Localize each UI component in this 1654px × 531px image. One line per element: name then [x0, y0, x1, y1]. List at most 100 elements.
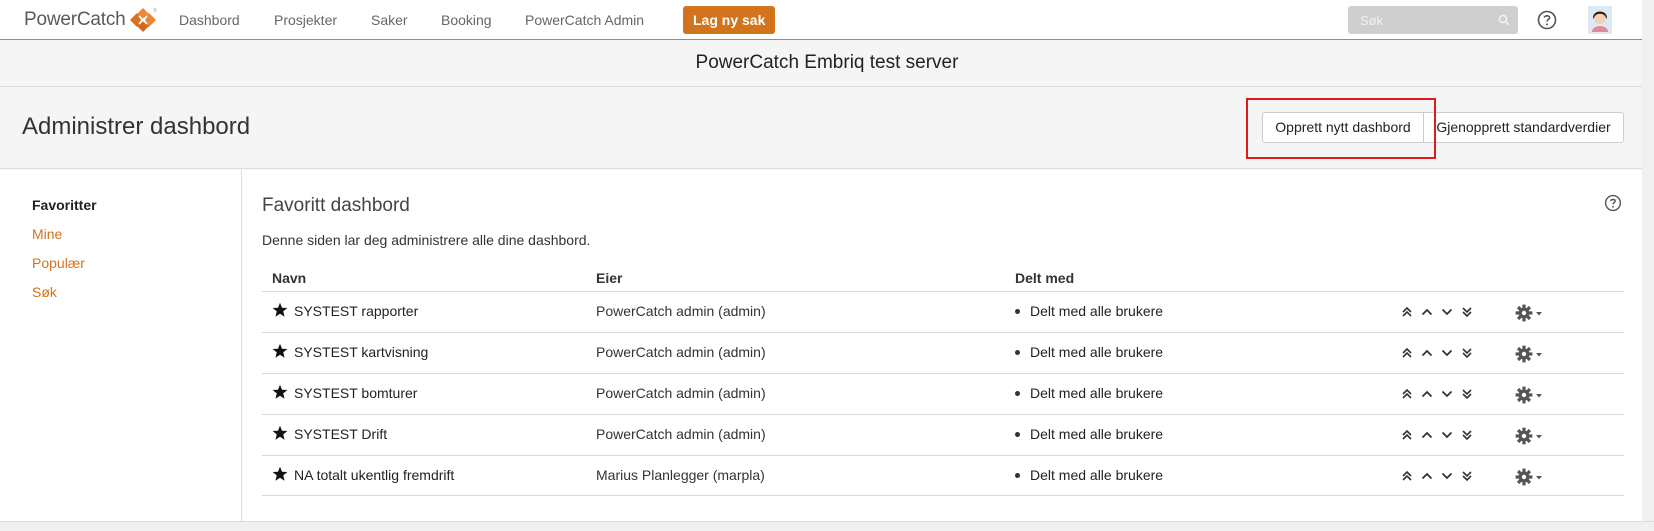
table-row: SYSTEST Drift PowerCatch admin (admin) D…	[262, 414, 1624, 455]
page-header: Administrer dashbord Opprett nytt dashbo…	[0, 87, 1654, 169]
move-up-icon[interactable]	[1420, 346, 1434, 360]
move-controls	[1400, 428, 1474, 442]
move-bottom-icon[interactable]	[1460, 469, 1474, 483]
sidebar-item-sok[interactable]: Søk	[32, 284, 57, 300]
dashboard-shared: Delt med alle brukere	[1015, 303, 1163, 319]
sidebar: Favoritter Mine Populær Søk	[0, 170, 242, 521]
dashboard-name[interactable]: NA totalt ukentlig fremdrift	[294, 467, 454, 483]
search-icon[interactable]	[1498, 14, 1510, 26]
move-down-icon[interactable]	[1440, 469, 1454, 483]
move-down-icon[interactable]	[1440, 305, 1454, 319]
footer-strip	[0, 521, 1654, 531]
top-navigation: PowerCatch ® Dashbord Prosjekter Saker B…	[0, 0, 1654, 40]
nav-item-dashbord[interactable]: Dashbord	[179, 12, 240, 28]
section-title: Favoritt dashbord	[262, 195, 410, 216]
logo-mark-icon: ®	[129, 7, 157, 32]
vertical-scrollbar[interactable]	[1642, 0, 1654, 521]
shared-text: Delt med alle brukere	[1030, 426, 1164, 442]
column-header-shared: Delt med	[1015, 270, 1075, 286]
bullet	[1015, 308, 1020, 314]
dashboard-owner: PowerCatch admin (admin)	[596, 385, 766, 401]
dashboard-name[interactable]: SYSTEST bomturer	[294, 385, 417, 401]
bullet	[1015, 431, 1020, 437]
dashboard-name[interactable]: SYSTEST kartvisning	[294, 344, 428, 360]
column-header-owner: Eier	[596, 270, 623, 286]
star-icon[interactable]	[272, 425, 288, 441]
table-row: SYSTEST bomturer PowerCatch admin (admin…	[262, 373, 1624, 414]
dashboard-owner: PowerCatch admin (admin)	[596, 344, 766, 360]
create-dashboard-button[interactable]: Opprett nytt dashbord	[1262, 112, 1424, 143]
sidebar-item-mine[interactable]: Mine	[32, 226, 62, 242]
star-icon[interactable]	[272, 302, 288, 318]
avatar[interactable]	[1588, 6, 1612, 34]
bullet	[1015, 472, 1020, 478]
move-bottom-icon[interactable]	[1460, 305, 1474, 319]
bullet	[1015, 390, 1020, 396]
server-banner: PowerCatch Embriq test server	[0, 41, 1654, 87]
page-title: Administrer dashbord	[22, 113, 251, 140]
search-input[interactable]	[1348, 6, 1518, 34]
logo-text: PowerCatch	[24, 9, 126, 30]
create-issue-button[interactable]: Lag ny sak	[683, 6, 776, 34]
page-description: Denne siden lar deg administrere alle di…	[262, 232, 591, 248]
gear-icon[interactable]	[1515, 468, 1545, 486]
sidebar-item-favoritter[interactable]: Favoritter	[32, 197, 97, 213]
dashboard-name[interactable]: SYSTEST rapporter	[294, 303, 418, 319]
move-up-icon[interactable]	[1420, 428, 1434, 442]
gear-icon[interactable]	[1515, 386, 1545, 404]
move-up-icon[interactable]	[1420, 469, 1434, 483]
nav-item-booking[interactable]: Booking	[441, 12, 492, 28]
dashboard-owner: PowerCatch admin (admin)	[596, 426, 766, 442]
gear-icon[interactable]	[1515, 345, 1545, 363]
move-top-icon[interactable]	[1400, 469, 1414, 483]
dashboard-shared: Delt med alle brukere	[1015, 344, 1163, 360]
help-icon[interactable]	[1604, 194, 1622, 212]
dashboard-owner: PowerCatch admin (admin)	[596, 303, 766, 319]
move-up-icon[interactable]	[1420, 387, 1434, 401]
star-icon[interactable]	[272, 343, 288, 359]
move-top-icon[interactable]	[1400, 305, 1414, 319]
shared-text: Delt med alle brukere	[1030, 467, 1164, 483]
nav-item-saker[interactable]: Saker	[371, 12, 408, 28]
shared-text: Delt med alle brukere	[1030, 303, 1164, 319]
table-row: SYSTEST kartvisning PowerCatch admin (ad…	[262, 332, 1624, 373]
star-icon[interactable]	[272, 384, 288, 400]
dashboard-shared: Delt med alle brukere	[1015, 385, 1163, 401]
dashboard-shared: Delt med alle brukere	[1015, 426, 1163, 442]
restore-defaults-button[interactable]: Gjenopprett standardverdier	[1423, 112, 1624, 143]
move-controls	[1400, 346, 1474, 360]
move-up-icon[interactable]	[1420, 305, 1434, 319]
move-top-icon[interactable]	[1400, 387, 1414, 401]
dashboard-shared: Delt med alle brukere	[1015, 467, 1163, 483]
nav-item-powercatch-admin[interactable]: PowerCatch Admin	[525, 12, 644, 28]
move-bottom-icon[interactable]	[1460, 387, 1474, 401]
gear-icon[interactable]	[1515, 304, 1545, 322]
column-header-name: Navn	[272, 270, 307, 286]
move-top-icon[interactable]	[1400, 428, 1414, 442]
move-controls	[1400, 305, 1474, 319]
dashboard-owner: Marius Planlegger (marpla)	[596, 467, 765, 483]
server-title: PowerCatch Embriq test server	[695, 52, 959, 73]
sidebar-item-populaer[interactable]: Populær	[32, 255, 85, 271]
star-icon[interactable]	[272, 466, 288, 482]
svg-text:®: ®	[153, 7, 157, 14]
move-down-icon[interactable]	[1440, 387, 1454, 401]
bullet	[1015, 349, 1020, 355]
move-controls	[1400, 469, 1474, 483]
dashboard-name[interactable]: SYSTEST Drift	[294, 426, 387, 442]
move-down-icon[interactable]	[1440, 346, 1454, 360]
move-bottom-icon[interactable]	[1460, 428, 1474, 442]
table-row: NA totalt ukentlig fremdrift Marius Plan…	[262, 455, 1624, 496]
help-icon[interactable]	[1536, 9, 1558, 31]
search-box	[1348, 6, 1518, 34]
move-controls	[1400, 387, 1474, 401]
move-down-icon[interactable]	[1440, 428, 1454, 442]
main-content: Favoritt dashbord Denne siden lar deg ad…	[242, 170, 1654, 521]
shared-text: Delt med alle brukere	[1030, 385, 1164, 401]
powercatch-logo[interactable]: PowerCatch ®	[24, 6, 158, 34]
nav-item-prosjekter[interactable]: Prosjekter	[274, 12, 337, 28]
gear-icon[interactable]	[1515, 427, 1545, 445]
move-top-icon[interactable]	[1400, 346, 1414, 360]
table-row: SYSTEST rapporter PowerCatch admin (admi…	[262, 291, 1624, 332]
move-bottom-icon[interactable]	[1460, 346, 1474, 360]
